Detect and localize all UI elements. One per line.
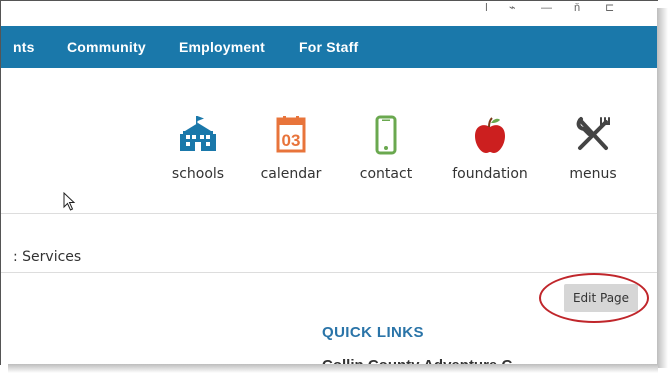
apple-icon [445, 114, 535, 156]
quick-link-label: foundation [452, 166, 528, 182]
main-navigation: nts Community Employment For Staff [1, 26, 658, 68]
calendar-icon: 03 [246, 114, 336, 156]
highlight-ellipse [539, 273, 649, 323]
fork-knife-icon [548, 114, 638, 156]
page-frame: ǀ ⌁ — ň ⊏ nts Community Employment For S… [0, 0, 658, 365]
breadcrumb[interactable]: : Services [13, 249, 81, 265]
quick-link-label: schools [171, 166, 225, 182]
quick-link-label: menus [569, 166, 617, 182]
divider [1, 272, 658, 273]
quick-link-contact[interactable]: contact [341, 114, 431, 182]
quick-link-menus[interactable]: menus [548, 114, 638, 182]
quick-link-foundation[interactable]: foundation [445, 114, 535, 182]
translate-icon[interactable]: ň [574, 3, 580, 14]
nav-item-community[interactable]: Community [67, 39, 146, 55]
phone-icon [341, 114, 431, 156]
search-icon[interactable]: ⊏ [605, 3, 614, 14]
quick-link-schools[interactable]: schools [153, 114, 243, 182]
twitter-icon[interactable]: ⌁ [509, 3, 516, 14]
quick-links-title: QUICK LINKS [322, 324, 424, 341]
quick-link-calendar[interactable]: 03 calendar [246, 114, 336, 182]
nav-item-employment[interactable]: Employment [179, 39, 265, 55]
calendar-day: 03 [282, 131, 301, 150]
nav-item-for-staff[interactable]: For Staff [299, 39, 358, 55]
divider [1, 213, 658, 214]
top-utility-bar: ǀ ⌁ — ň ⊏ [1, 1, 658, 25]
frame-shadow [657, 8, 668, 368]
quick-link-label: contact [359, 166, 413, 182]
frame-shadow [8, 364, 658, 373]
menu-icon[interactable]: — [541, 3, 552, 14]
school-building-icon [153, 114, 243, 156]
nav-item-students[interactable]: nts [13, 39, 35, 55]
quick-link-label: calendar [260, 166, 322, 182]
social-icon[interactable]: ǀ [485, 3, 488, 14]
